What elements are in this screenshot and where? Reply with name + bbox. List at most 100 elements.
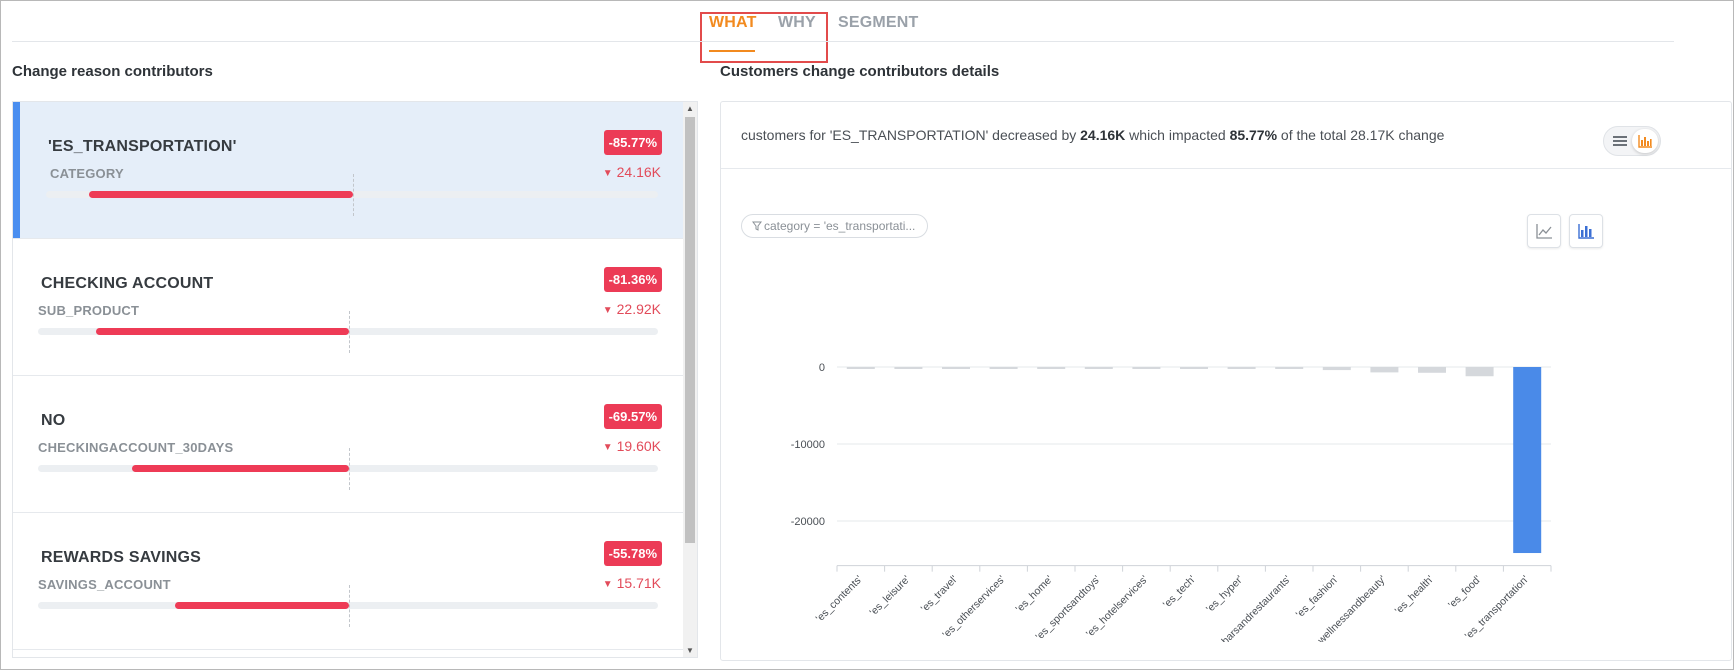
delta-value: 24.16K	[616, 164, 661, 180]
summary-middle: which impacted	[1125, 127, 1230, 143]
list-icon	[1613, 136, 1627, 146]
bar	[1037, 367, 1066, 370]
change-delta: ▼ 19.60K	[603, 438, 661, 454]
contributors-list[interactable]: 'ES_TRANSPORTATION' CATEGORY -85.77% ▼ 24…	[12, 101, 698, 658]
bar	[1180, 367, 1208, 370]
delta-value: 19.60K	[616, 438, 661, 454]
chart-gridlines	[837, 366, 1551, 522]
x-axis-ticks: 'es_contents''es_leisure''es_travel' 'es_…	[814, 565, 1552, 642]
contributors-bar-chart: 0-10000-20000 'es_contents''es_leisure' '…	[791, 362, 1552, 642]
tab-bar: WHAT WHY SEGMENT	[0, 12, 1734, 63]
x-tick-label: 'es_hyper'	[1204, 573, 1246, 615]
contributor-card[interactable]: NO CHECKINGACCOUNT_30DAYS -69.57% ▼ 19.60…	[13, 376, 685, 513]
contributor-name: REWARDS SAVINGS	[41, 549, 202, 566]
contributor-type: CATEGORY	[50, 166, 124, 181]
bar	[1132, 367, 1161, 370]
bar	[1418, 367, 1446, 373]
scroll-down-icon[interactable]: ▼	[686, 646, 694, 655]
bar	[846, 367, 875, 370]
delta-value: 15.71K	[616, 575, 661, 591]
tabs-divider	[12, 41, 1674, 42]
down-triangle-icon: ▼	[602, 579, 613, 590]
contributor-type: CHECKINGACCOUNT_30DAYS	[38, 440, 234, 455]
change-percent-badge: -81.36%	[603, 267, 662, 292]
bar	[989, 367, 1018, 370]
baseline-marker	[349, 311, 350, 353]
impact-bar	[175, 602, 349, 609]
tab-segment[interactable]: SEGMENT	[838, 14, 919, 32]
bar-chart-button[interactable]	[1569, 214, 1603, 248]
line-chart-button[interactable]	[1527, 214, 1561, 248]
down-triangle-icon: ▼	[602, 168, 613, 179]
change-delta: ▼ 15.71K	[603, 575, 661, 591]
bar-chart-icon	[1578, 224, 1594, 239]
bar	[1275, 367, 1304, 370]
change-summary: customers for 'ES_TRANSPORTATION' decrea…	[741, 127, 1444, 143]
contributor-name: NO	[41, 412, 66, 429]
bar	[1465, 367, 1494, 377]
down-triangle-icon: ▼	[602, 442, 613, 453]
filter-label: category = 'es_transportati...	[764, 219, 916, 233]
y-tick-label: 0	[819, 362, 825, 374]
scrollbar-thumb[interactable]	[685, 117, 695, 543]
selected-accent-bar	[13, 102, 20, 238]
bar	[1322, 367, 1351, 371]
x-tick-label: 'es_tech'	[1161, 573, 1198, 610]
x-tick-label: 'es_fashion'	[1294, 573, 1341, 620]
y-axis-ticks: 0 -10000 -20000	[791, 362, 825, 528]
change-percent-badge: -69.57%	[603, 404, 662, 429]
y-tick-label: -20000	[791, 516, 825, 528]
contributor-details-panel: customers for 'ES_TRANSPORTATION' decrea…	[720, 101, 1732, 661]
down-triangle-icon: ▼	[602, 305, 613, 316]
line-chart-icon	[1536, 224, 1552, 239]
change-percent-badge: -85.77%	[603, 130, 662, 155]
view-toggle[interactable]	[1603, 126, 1661, 156]
bar	[1227, 367, 1256, 370]
bar-chart-icon	[1638, 135, 1652, 148]
left-section-title: Change reason contributors	[12, 63, 213, 80]
contributor-name: 'ES_TRANSPORTATION'	[48, 138, 237, 155]
right-section-title: Customers change contributors details	[720, 63, 1000, 80]
x-tick-label: 'es_leisure'	[867, 573, 912, 618]
x-tick-label: 'es_home'	[1013, 573, 1055, 615]
summary-prefix: customers for 'ES_TRANSPORTATION' decrea…	[741, 127, 1081, 143]
summary-divider	[721, 168, 1731, 169]
impact-bar	[96, 328, 349, 335]
change-percent-badge: -55.78%	[603, 541, 662, 566]
bar	[1513, 367, 1542, 554]
baseline-marker	[349, 585, 350, 627]
x-tick-label: 'es_contents'	[814, 573, 865, 624]
change-delta: ▼ 24.16K	[603, 164, 661, 180]
filter-icon	[752, 221, 762, 231]
filter-chip[interactable]: category = 'es_transportati...	[741, 214, 929, 238]
contributor-type: SUB_PRODUCT	[38, 303, 140, 318]
summary-amount: 24.16K	[1080, 127, 1126, 143]
contributor-card[interactable]: 'ES_TRANSPORTATION' CATEGORY -85.77% ▼ 24…	[13, 102, 685, 239]
x-tick-label: 'es_food'	[1446, 573, 1484, 611]
contributor-card[interactable]: REWARDS SAVINGS SAVINGS_ACCOUNT -55.78% …	[13, 513, 685, 650]
impact-bar	[132, 465, 349, 472]
list-scrollbar[interactable]: ▲ ▼	[683, 102, 697, 657]
baseline-marker	[353, 174, 354, 216]
y-tick-label: -10000	[791, 439, 825, 451]
x-tick-label: 'es_travel'	[919, 573, 960, 614]
chart-bars	[846, 367, 1542, 554]
bar	[1084, 367, 1113, 370]
list-view-button[interactable]	[1610, 132, 1630, 150]
change-delta: ▼ 22.92K	[603, 301, 661, 317]
delta-value: 22.92K	[616, 301, 661, 317]
chart-view-button[interactable]	[1632, 129, 1658, 153]
bar	[942, 367, 970, 370]
summary-percent: 85.77%	[1229, 127, 1278, 143]
baseline-marker	[349, 448, 350, 490]
bar	[894, 367, 923, 370]
contributor-type: SAVINGS_ACCOUNT	[38, 577, 171, 592]
contributor-name: CHECKING ACCOUNT	[41, 275, 214, 292]
annotation-highlight-box	[700, 12, 828, 63]
scroll-up-icon[interactable]: ▲	[686, 104, 694, 113]
x-tick-label: 'es_health'	[1393, 573, 1437, 617]
summary-suffix: of the total 28.17K change	[1277, 127, 1445, 143]
bar	[1370, 367, 1399, 373]
contributor-card[interactable]: CHECKING ACCOUNT SUB_PRODUCT -81.36% ▼ 22…	[13, 239, 685, 376]
impact-bar	[89, 191, 353, 198]
